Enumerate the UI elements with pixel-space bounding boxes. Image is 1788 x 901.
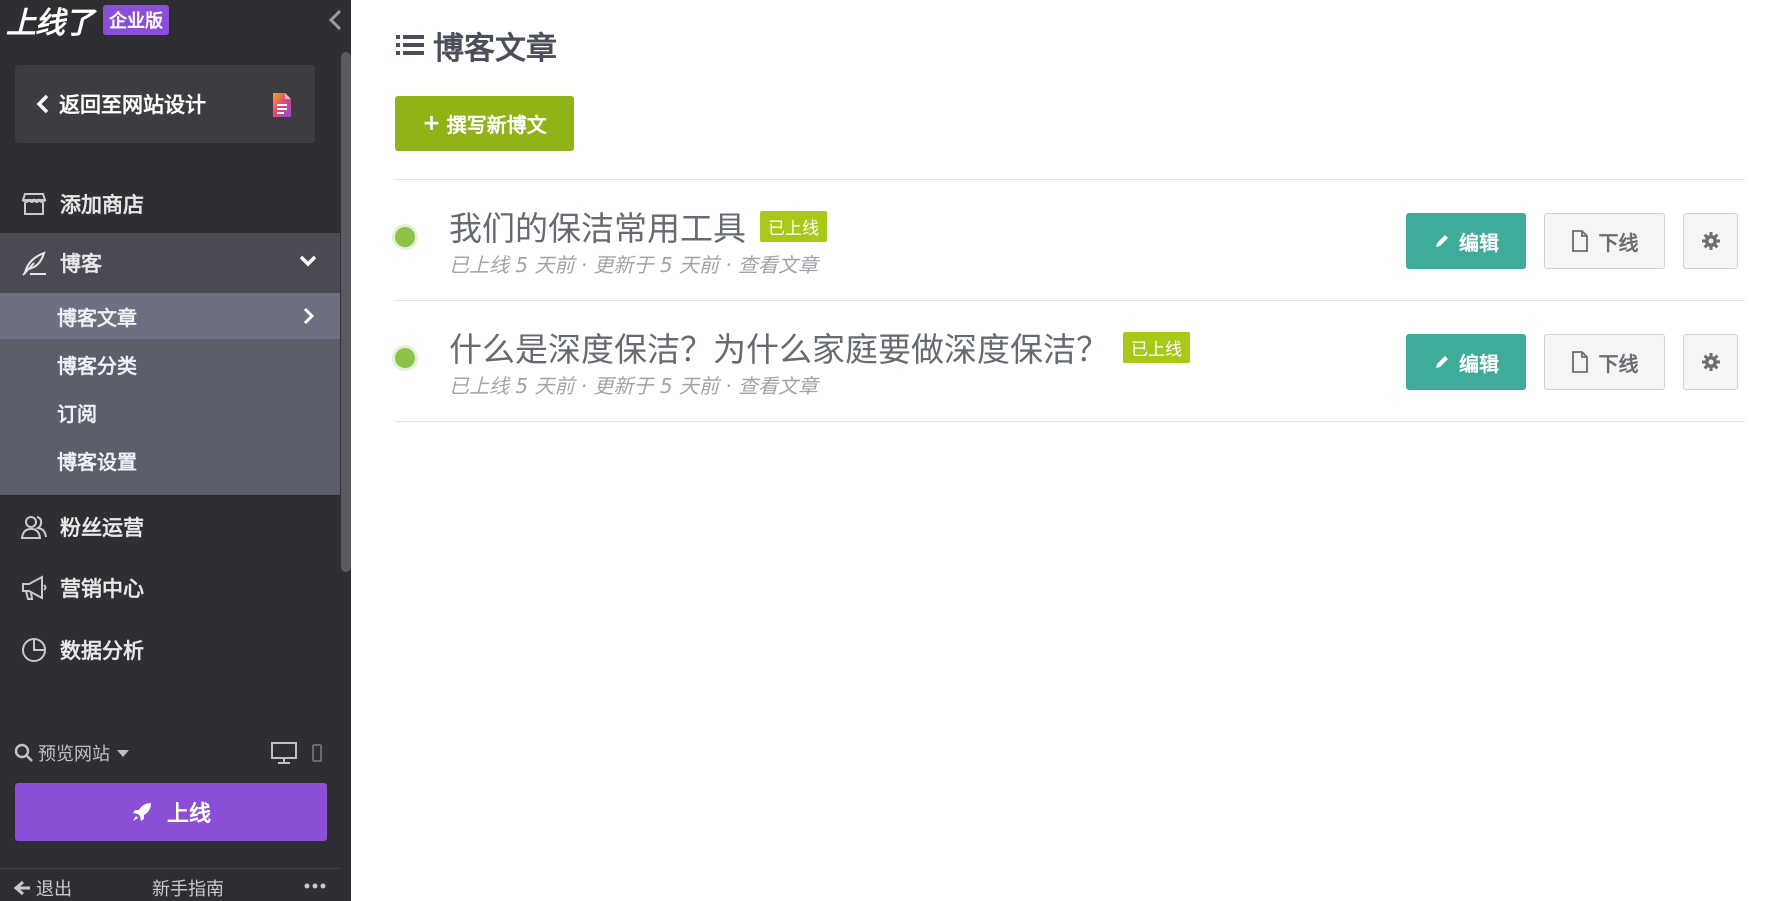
- arrow-left-icon: [14, 880, 30, 896]
- back-button-label: 返回至网站设计: [59, 93, 206, 117]
- sidebar-scrollbar-thumb[interactable]: [341, 52, 351, 572]
- write-new-post-button[interactable]: + 撰写新博文: [395, 96, 574, 151]
- post-row: 我们的保洁常用工具 已上线 已上线 5 天前 · 更新于 5 天前 · 查看文章 …: [395, 180, 1745, 301]
- mobile-preview-icon[interactable]: [311, 744, 323, 762]
- sidebar: 上线了 企业版 返回至网站设计 添加商店 博客 博客文章 博客分类 订阅 博客设…: [0, 0, 351, 901]
- sidebar-item-analytics[interactable]: 数据分析: [0, 622, 340, 678]
- desktop-preview-icon[interactable]: [270, 741, 298, 765]
- sidebar-subitem-blog-categories[interactable]: 博客分类: [0, 341, 340, 387]
- rocket-icon: [132, 803, 151, 821]
- gear-icon: [1701, 353, 1720, 371]
- document-icon: [273, 93, 291, 117]
- take-offline-button[interactable]: 下线: [1544, 334, 1665, 390]
- more-options-icon[interactable]: [304, 883, 326, 889]
- post-settings-button[interactable]: [1683, 213, 1738, 269]
- chevron-down-icon: [299, 255, 317, 267]
- sidebar-item-label: 博客: [60, 252, 102, 276]
- back-to-site-design-button[interactable]: 返回至网站设计: [15, 65, 315, 143]
- pencil-icon: [1436, 235, 1448, 247]
- edit-button-label: 编辑: [1459, 230, 1499, 255]
- post-row: 什么是深度保洁？为什么家庭要做深度保洁？ 已上线 已上线 5 天前 · 更新于 5…: [395, 301, 1745, 422]
- post-meta: 已上线 5 天前 · 更新于 5 天前 · 查看文章: [449, 249, 818, 278]
- sidebar-item-blog[interactable]: 博客: [0, 233, 340, 293]
- write-new-post-label: 撰写新博文: [446, 113, 547, 137]
- offline-button-label: 下线: [1598, 351, 1639, 376]
- sidebar-subitem-blog-settings[interactable]: 博客设置: [0, 437, 340, 483]
- logo-text: 上线了: [6, 6, 94, 41]
- launch-button-label: 上线: [166, 802, 211, 827]
- collapse-sidebar-icon[interactable]: [326, 8, 346, 32]
- post-title-text: 什么是深度保洁？为什么家庭要做深度保洁？: [449, 330, 1109, 369]
- pie-chart-icon: [22, 638, 46, 662]
- edit-post-button[interactable]: 编辑: [1406, 213, 1526, 269]
- launch-site-button[interactable]: 上线: [15, 783, 327, 841]
- preview-site-link[interactable]: 预览网站: [38, 740, 110, 766]
- store-icon: [21, 193, 47, 215]
- users-icon: [20, 516, 47, 539]
- sidebar-item-label: 粉丝运营: [60, 516, 144, 540]
- take-offline-button[interactable]: 下线: [1544, 213, 1665, 269]
- online-status-dot: [395, 227, 415, 247]
- blog-submenu: 博客文章 博客分类 订阅 博客设置: [0, 293, 340, 495]
- list-icon: [396, 35, 424, 55]
- caret-down-icon[interactable]: [116, 748, 130, 758]
- sidebar-subitem-subscriptions[interactable]: 订阅: [0, 389, 340, 435]
- sidebar-item-fans[interactable]: 粉丝运营: [0, 499, 340, 555]
- post-title[interactable]: 我们的保洁常用工具 已上线: [449, 202, 827, 250]
- view-post-link[interactable]: 查看文章: [738, 253, 818, 277]
- sidebar-footer: 退出 新手指南: [0, 868, 340, 901]
- megaphone-icon: [22, 575, 47, 600]
- logout-label: 退出: [36, 879, 72, 900]
- status-badge: 已上线: [1123, 332, 1190, 363]
- post-meta: 已上线 5 天前 · 更新于 5 天前 · 查看文章: [449, 370, 818, 399]
- chevron-left-icon: [36, 94, 49, 114]
- edition-badge: 企业版: [103, 5, 169, 35]
- sidebar-subitem-blog-posts[interactable]: 博客文章: [0, 293, 340, 339]
- gear-icon: [1701, 232, 1720, 250]
- edit-post-button[interactable]: 编辑: [1406, 334, 1526, 390]
- page-title-text: 博客文章: [433, 30, 557, 67]
- page-title: 博客文章: [395, 25, 557, 67]
- sidebar-item-label: 营销中心: [60, 577, 144, 601]
- view-post-link[interactable]: 查看文章: [738, 374, 818, 398]
- post-title-text: 我们的保洁常用工具: [449, 209, 746, 248]
- post-title[interactable]: 什么是深度保洁？为什么家庭要做深度保洁？ 已上线: [449, 323, 1190, 371]
- logout-link[interactable]: 退出: [14, 875, 72, 901]
- sidebar-subitem-label: 博客文章: [57, 305, 137, 330]
- post-settings-button[interactable]: [1683, 334, 1738, 390]
- post-meta-text: 已上线 5 天前 · 更新于 5 天前 ·: [449, 374, 739, 398]
- status-badge: 已上线: [760, 211, 827, 242]
- sidebar-item-shop[interactable]: 添加商店: [0, 176, 340, 232]
- sidebar-item-label: 添加商店: [60, 193, 144, 217]
- file-icon: [1571, 351, 1588, 373]
- pencil-icon: [1436, 356, 1448, 368]
- offline-button-label: 下线: [1598, 230, 1639, 255]
- sidebar-subitem-label: 博客设置: [57, 449, 137, 474]
- plus-icon: +: [422, 111, 441, 136]
- beginner-guide-link[interactable]: 新手指南: [152, 875, 224, 901]
- sidebar-subitem-label: 博客分类: [57, 353, 137, 378]
- sidebar-subitem-label: 订阅: [57, 401, 97, 426]
- main-content: 博客文章 + 撰写新博文 我们的保洁常用工具 已上线 已上线 5 天前 · 更新于…: [351, 0, 1788, 901]
- search-icon: [14, 743, 33, 762]
- feather-icon: [22, 251, 46, 276]
- brand-logo[interactable]: 上线了 企业版: [6, 2, 169, 41]
- file-icon: [1571, 230, 1588, 252]
- edit-button-label: 编辑: [1459, 351, 1499, 376]
- post-meta-text: 已上线 5 天前 · 更新于 5 天前 ·: [449, 253, 739, 277]
- sidebar-item-label: 数据分析: [60, 639, 144, 663]
- online-status-dot: [395, 348, 415, 368]
- post-list: 我们的保洁常用工具 已上线 已上线 5 天前 · 更新于 5 天前 · 查看文章 …: [395, 179, 1745, 422]
- preview-site-row: 预览网站: [14, 738, 330, 768]
- sidebar-item-marketing[interactable]: 营销中心: [0, 560, 340, 616]
- chevron-right-icon: [303, 307, 315, 325]
